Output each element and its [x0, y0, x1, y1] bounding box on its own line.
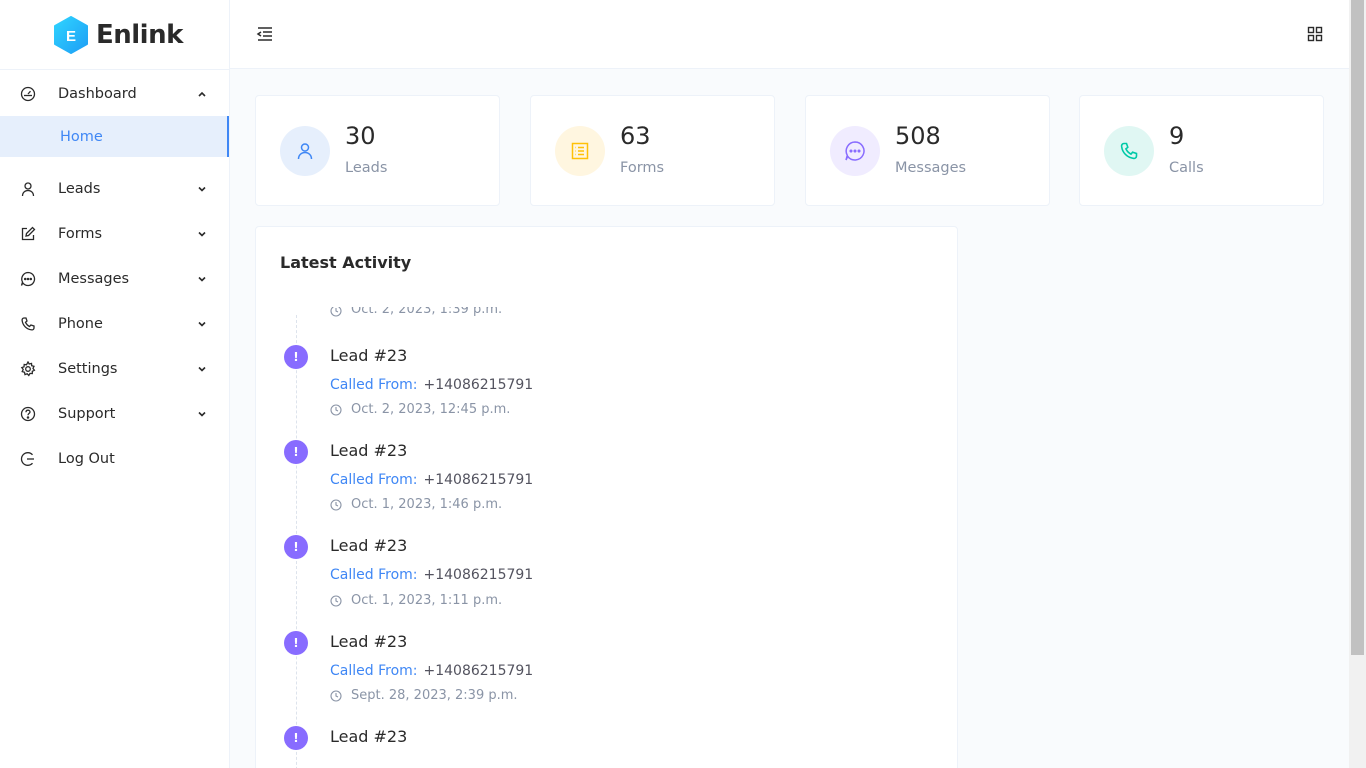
stat-value: 63 [620, 122, 651, 150]
phone-number: +14086215791 [423, 567, 534, 583]
logo-letter: E [66, 28, 76, 45]
sidebar-item-messages[interactable]: Messages [0, 256, 229, 301]
sidebar-item-label: Phone [58, 315, 103, 332]
called-from-label: Called From: [330, 567, 418, 583]
menu-fold-icon[interactable] [255, 24, 275, 44]
phone-icon [20, 316, 36, 332]
phone-number: +14086215791 [423, 472, 534, 488]
sidebar-item-dashboard[interactable]: Dashboard [0, 71, 229, 116]
stat-label: Forms [620, 160, 665, 176]
stat-value: 30 [345, 122, 376, 150]
stat-label: Leads [345, 160, 388, 176]
alert-badge-icon: ! [284, 726, 308, 750]
alert-badge-icon: ! [284, 440, 308, 464]
timeline-called-from: Called From: +14086215791 [330, 567, 533, 583]
timeline-item-title[interactable]: Lead #23 [330, 632, 407, 651]
user-icon [280, 126, 330, 176]
timeline-item-title[interactable]: Lead #23 [330, 727, 407, 746]
gear-icon [20, 360, 36, 377]
timeline-time-text: Oct. 1, 2023, 1:11 p.m. [351, 593, 503, 608]
timeline-called-from: Called From: +14086215791 [330, 377, 533, 393]
sidebar-item-phone[interactable]: Phone [0, 301, 229, 346]
scrollbar-thumb[interactable] [1351, 0, 1364, 655]
called-from-label: Called From: [330, 377, 418, 393]
timeline-time: Oct. 1, 2023, 1:46 p.m. [330, 497, 502, 512]
form-edit-icon [20, 226, 36, 242]
timeline-time-text: Oct. 1, 2023, 1:46 p.m. [351, 497, 503, 512]
stat-label: Calls [1169, 160, 1204, 176]
clock-icon [330, 307, 342, 317]
stat-card-forms: 63 Forms [530, 95, 775, 206]
called-from-label: Called From: [330, 472, 418, 488]
clock-icon [330, 594, 342, 607]
sidebar-item-forms[interactable]: Forms [0, 211, 229, 256]
stat-label: Messages [895, 160, 967, 176]
alert-badge-icon: ! [284, 535, 308, 559]
message-icon [830, 126, 880, 176]
sidebar-item-settings[interactable]: Settings [0, 346, 229, 391]
chevron-down-icon [197, 409, 207, 419]
alert-badge-icon: ! [284, 631, 308, 655]
chevron-down-icon [197, 319, 207, 329]
apps-grid-icon[interactable] [1307, 26, 1323, 42]
sidebar-nav: Dashboard Home Leads Forms Messages Phon… [0, 71, 229, 481]
sidebar-item-label: Support [58, 405, 116, 422]
page-scrollbar[interactable] [1349, 0, 1366, 768]
alert-badge-icon: ! [284, 345, 308, 369]
sidebar-item-label: Forms [58, 225, 103, 242]
sidebar-item-label: Messages [58, 270, 130, 287]
clock-icon [330, 403, 342, 416]
chevron-down-icon [197, 184, 207, 194]
sidebar: E Enlink Dashboard Home Leads Forms Mess… [0, 0, 230, 768]
timeline-time-partial: Oct. 2, 2023, 1:39 p.m. [330, 307, 502, 317]
chevron-down-icon [197, 364, 207, 374]
app-name: Enlink [96, 19, 183, 50]
logo-hexagon-icon: E [53, 15, 89, 54]
stat-card-leads: 30 Leads [255, 95, 500, 206]
timeline-called-from: Called From: +14086215791 [330, 663, 533, 679]
latest-activity-card: Latest Activity Oct. 2, 2023, 1:39 p.m. … [255, 226, 958, 768]
phone-number: +14086215791 [423, 663, 534, 679]
timeline-time-text: Oct. 2, 2023, 1:39 p.m. [351, 307, 503, 317]
timeline-item-title[interactable]: Lead #23 [330, 441, 407, 460]
chevron-up-icon [197, 89, 207, 99]
stat-card-messages: 508 Messages [805, 95, 1050, 206]
dashboard-gauge-icon [20, 86, 36, 102]
message-icon [20, 271, 36, 287]
top-header [230, 0, 1349, 69]
sidebar-item-leads[interactable]: Leads [0, 166, 229, 211]
timeline-item-title[interactable]: Lead #23 [330, 346, 407, 365]
sidebar-item-label: Leads [58, 180, 101, 197]
phone-icon [1104, 126, 1154, 176]
sidebar-item-label: Dashboard [58, 85, 137, 102]
card-title: Latest Activity [280, 253, 412, 272]
sidebar-item-home[interactable]: Home [0, 116, 229, 157]
phone-number: +14086215791 [423, 377, 534, 393]
timeline-called-from: Called From: +14086215791 [330, 472, 533, 488]
sidebar-item-support[interactable]: Support [0, 391, 229, 436]
timeline-time-text: Sept. 28, 2023, 2:39 p.m. [351, 688, 518, 703]
timeline-time: Oct. 1, 2023, 1:11 p.m. [330, 593, 502, 608]
clock-icon [330, 498, 342, 511]
timeline-time-text: Oct. 2, 2023, 12:45 p.m. [351, 402, 511, 417]
chevron-down-icon [197, 229, 207, 239]
sidebar-item-label: Log Out [58, 450, 115, 467]
sidebar-item-logout[interactable]: Log Out [0, 436, 229, 481]
chevron-down-icon [197, 274, 207, 284]
timeline-item-title[interactable]: Lead #23 [330, 536, 407, 555]
stat-card-calls: 9 Calls [1079, 95, 1324, 206]
clock-icon [330, 689, 342, 702]
user-icon [20, 181, 36, 197]
called-from-label: Called From: [330, 663, 418, 679]
timeline-time: Oct. 2, 2023, 12:45 p.m. [330, 402, 510, 417]
sidebar-item-label: Settings [58, 360, 118, 377]
logout-icon [20, 451, 36, 467]
list-form-icon [555, 126, 605, 176]
timeline-time: Sept. 28, 2023, 2:39 p.m. [330, 688, 518, 703]
question-icon [20, 406, 36, 422]
stat-value: 9 [1169, 122, 1185, 150]
stat-value: 508 [895, 122, 941, 150]
logo[interactable]: E Enlink [0, 0, 229, 70]
